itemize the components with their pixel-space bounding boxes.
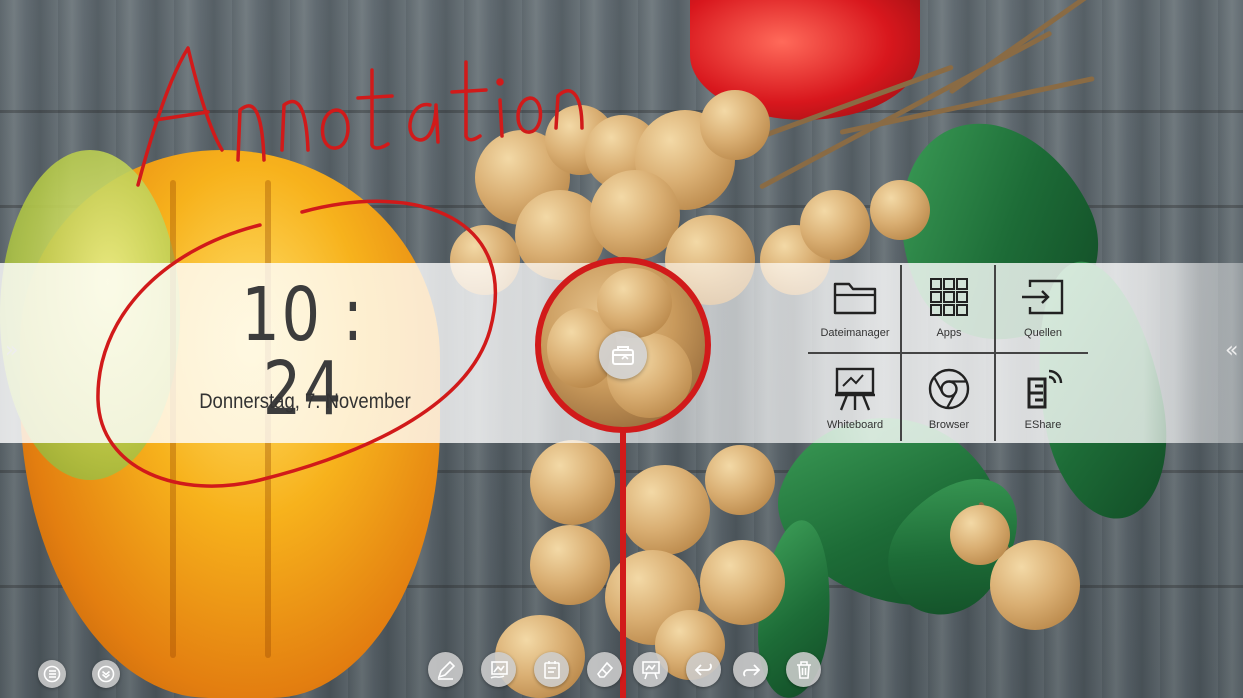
app-label: Apps xyxy=(936,327,962,339)
input-source-icon xyxy=(1022,279,1064,315)
app-tile-whiteboard[interactable]: Whiteboard xyxy=(808,355,902,443)
whiteboard-icon xyxy=(641,660,660,679)
app-label: Dateimanager xyxy=(820,327,890,339)
app-grid: Dateimanager Apps Quellen Whiteboard Bro… xyxy=(808,263,1090,443)
app-label: Browser xyxy=(928,419,970,431)
pen-button[interactable] xyxy=(428,652,463,687)
right-edge-arrow[interactable]: « xyxy=(1225,338,1238,363)
whiteboard-icon xyxy=(835,367,875,411)
notes-icon xyxy=(543,660,560,679)
app-tile-dateimanager[interactable]: Dateimanager xyxy=(808,263,902,351)
undo-icon xyxy=(694,662,712,676)
app-tile-browser[interactable]: Browser xyxy=(902,355,996,443)
left-edge-arrow[interactable]: » xyxy=(5,338,18,363)
whiteboard-tool-button[interactable] xyxy=(633,652,668,687)
app-label: Quellen xyxy=(1024,327,1062,339)
app-tile-eshare[interactable]: EShare xyxy=(996,355,1090,443)
folder-icon xyxy=(833,282,877,315)
app-label: EShare xyxy=(1024,419,1062,431)
screenshot-icon xyxy=(490,660,508,679)
menu-button[interactable] xyxy=(38,660,66,688)
trash-button[interactable] xyxy=(786,652,821,687)
toolbox-button[interactable] xyxy=(599,331,647,379)
pen-icon xyxy=(437,660,455,680)
redo-button[interactable] xyxy=(733,652,768,687)
app-tile-apps[interactable]: Apps xyxy=(902,263,996,351)
redo-icon xyxy=(742,663,760,677)
app-tile-quellen[interactable]: Quellen xyxy=(996,263,1090,351)
clock-date: Donnerstag, 7. November xyxy=(199,390,411,413)
undo-button[interactable] xyxy=(686,652,721,687)
eshare-icon xyxy=(1027,369,1063,409)
notes-button[interactable] xyxy=(534,652,569,687)
toolbox-icon xyxy=(612,346,634,365)
app-label: Whiteboard xyxy=(826,419,884,431)
menu-list-icon xyxy=(43,665,61,683)
eraser-icon xyxy=(596,661,613,678)
apps-grid-icon xyxy=(930,278,968,316)
screenshot-button[interactable] xyxy=(481,652,516,687)
trash-icon xyxy=(796,660,811,679)
eraser-button[interactable] xyxy=(587,652,622,687)
collapse-button[interactable] xyxy=(92,660,120,688)
collapse-down-icon xyxy=(97,665,115,683)
chrome-browser-icon xyxy=(928,368,970,410)
